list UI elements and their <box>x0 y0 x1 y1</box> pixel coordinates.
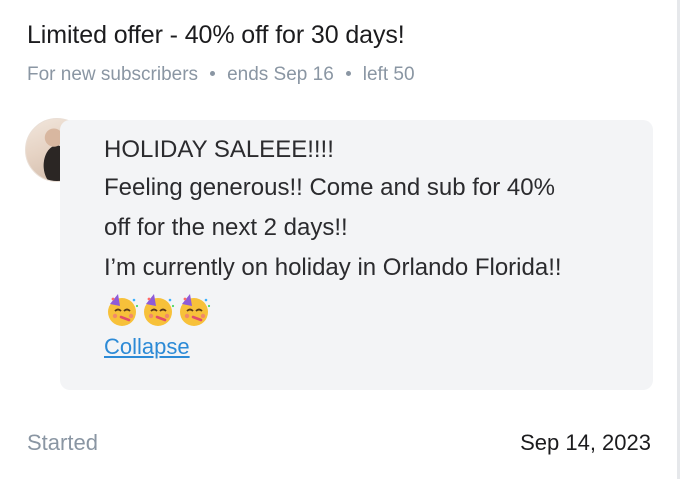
partying-face-icon <box>140 292 176 328</box>
offer-title: Limited offer - 40% off for 30 days! <box>27 21 405 49</box>
offer-remaining: left 50 <box>362 64 415 85</box>
partying-face-icon <box>176 292 212 328</box>
separator-dot <box>345 70 351 76</box>
offer-end-date: ends Sep 16 <box>227 64 334 85</box>
message-line: HOLIDAY SALEEE!!!! <box>104 136 334 163</box>
collapse-link[interactable]: Collapse <box>104 334 190 360</box>
message-line: I’m currently on holiday in Orlando Flor… <box>104 254 562 281</box>
partying-face-icon <box>104 292 140 328</box>
started-label: Started <box>27 430 98 455</box>
message-bubble: HOLIDAY SALEEE!!!! Feeling generous!! Co… <box>60 120 653 390</box>
message-line: off for the next 2 days!! <box>104 214 348 241</box>
offer-message: HOLIDAY SALEEE!!!! Feeling generous!! Co… <box>25 118 655 390</box>
message-line: Feeling generous!! Come and sub for 40% <box>104 174 555 201</box>
offer-audience: For new subscribers <box>27 64 199 85</box>
emoji-row <box>104 290 633 330</box>
offer-meta: For new subscribers ends Sep 16 left 50 <box>27 64 415 86</box>
started-date: Sep 14, 2023 <box>520 430 651 455</box>
separator-dot <box>210 70 216 76</box>
